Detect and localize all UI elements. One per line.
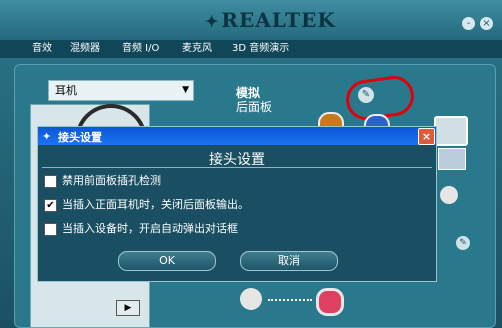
connector-settings-dialog: ✦ 接头设置 × 接头设置 禁用前面板插孔检测 ✔ 当插入正面耳机时，关闭后面板… [37, 126, 437, 282]
divider [42, 167, 432, 168]
dialog-close-button[interactable]: × [418, 128, 435, 145]
microphone-icon [240, 288, 262, 310]
minimize-button[interactable]: - [462, 17, 475, 30]
tab-effects[interactable]: 音效 [32, 41, 52, 57]
cable-line [268, 299, 312, 301]
tab-mixer[interactable]: 混频器 [70, 41, 100, 57]
checkbox[interactable]: ✔ [44, 199, 57, 212]
device-select-value: 耳机 [55, 84, 77, 97]
cancel-button[interactable]: 取消 [240, 251, 338, 271]
checkbox[interactable] [44, 175, 57, 188]
back-panel-label: 后面板 [236, 100, 273, 114]
tab-bar: 音效 混频器 音频 I/O 麦克风 3D 音频演示 [0, 40, 502, 58]
option-label: 当插入正面耳机时，关闭后面板输出。 [62, 198, 249, 211]
ok-button[interactable]: OK [118, 251, 216, 271]
device-select[interactable]: 耳机 ▼ [48, 80, 194, 101]
speaker-icon [438, 148, 466, 170]
tab-3d-demo[interactable]: 3D 音频演示 [232, 41, 289, 57]
checkbox[interactable] [44, 223, 57, 236]
window-close-button[interactable]: × [480, 17, 493, 30]
dialog-titlebar[interactable]: ✦ 接头设置 × [38, 127, 436, 145]
microphone-icon [440, 186, 458, 204]
option-label: 禁用前面板插孔检测 [62, 174, 161, 187]
monitor-icon [434, 116, 468, 146]
dialog-title: 接头设置 [58, 131, 102, 144]
play-button[interactable]: ▶ [116, 300, 140, 316]
option-label: 当插入设备时，开启自动弹出对话框 [62, 222, 238, 235]
settings-icon[interactable]: ✎ [456, 236, 470, 250]
chevron-down-icon: ▼ [182, 85, 189, 95]
crab-logo-icon: ✦ [205, 12, 220, 31]
pink-jack-icon[interactable] [316, 288, 344, 316]
tab-audio-io[interactable]: 音频 I/O [122, 41, 159, 57]
crab-logo-icon: ✦ [42, 130, 52, 143]
tab-microphone[interactable]: 麦克风 [182, 41, 212, 57]
dialog-heading: 接头设置 [209, 152, 265, 168]
realtek-logo: ✦ REALTEK [205, 8, 336, 32]
